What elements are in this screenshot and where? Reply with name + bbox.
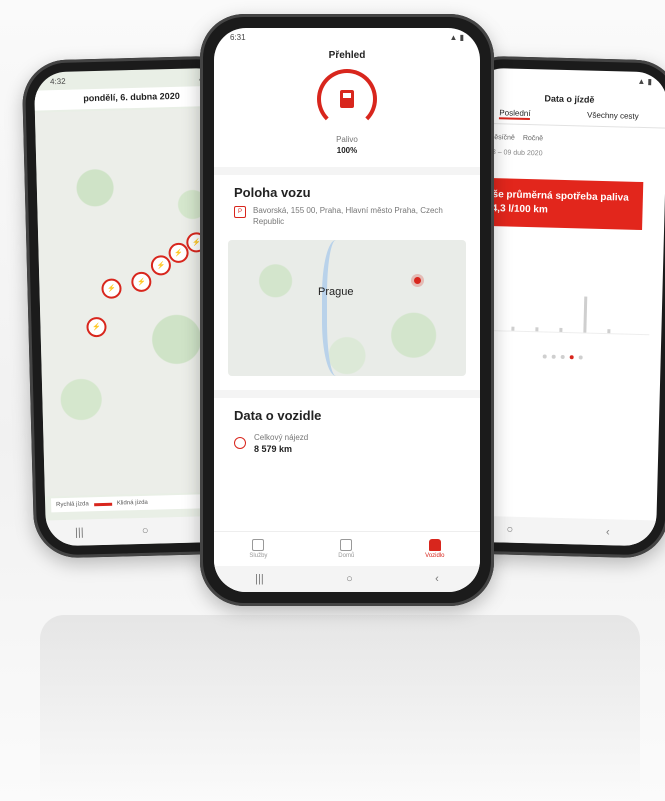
tab-vehicle-label: Vozidlo (425, 553, 445, 559)
fuel-label: Palivo (336, 135, 358, 144)
pager-dot-active[interactable] (569, 355, 574, 360)
status-icons: ▲ ▮ (637, 76, 653, 86)
recents-button[interactable]: ||| (75, 526, 84, 538)
fuel-value: 100% (336, 146, 358, 155)
gauge-ring (317, 69, 377, 129)
consumption-chart (477, 269, 651, 336)
address-text: Bavorská, 155 00, Praha, Hlavní město Pr… (253, 206, 443, 226)
location-title: Poloha vozu (234, 185, 311, 200)
address-row: P Bavorská, 155 00, Praha, Hlavní město … (214, 206, 480, 228)
chart-bar (511, 326, 515, 331)
route-event-marker[interactable]: ⚡ (168, 242, 189, 264)
divider (214, 389, 480, 398)
pager-dot[interactable] (578, 355, 583, 360)
fuel-pump-icon (340, 90, 354, 108)
overview-screen: 6:31 ▲ ▮ Přehled Palivo 100% Poloha vozu… (214, 28, 480, 592)
home-button[interactable]: ○ (346, 573, 353, 585)
car-location-pin[interactable] (414, 276, 421, 284)
android-nav-bar: ||| ○ ‹ (214, 566, 480, 592)
tab-home-label: Domů (338, 553, 355, 559)
tab-home[interactable]: Domů (338, 539, 354, 559)
location-map[interactable]: Prague (228, 239, 466, 376)
home-button[interactable]: ○ (506, 524, 513, 536)
status-icons: ▲ ▮ (449, 32, 464, 42)
odometer-icon (234, 436, 246, 449)
back-button[interactable]: ‹ (435, 573, 439, 585)
route-event-marker[interactable]: ⚡ (131, 271, 152, 293)
route-event-marker[interactable]: ⚡ (101, 278, 122, 299)
tab-recent[interactable]: Poslední (499, 108, 531, 121)
tab-services[interactable]: Služby (249, 539, 267, 559)
status-bar: 6:31 ▲ ▮ (214, 28, 480, 46)
river (322, 239, 357, 376)
home-icon (340, 539, 353, 551)
grid-icon (252, 539, 265, 551)
status-time: 4:32 (49, 76, 66, 86)
vehicle-data-title: Data o vozidle (234, 407, 322, 423)
back-button[interactable]: ‹ (606, 526, 610, 538)
car-icon (428, 539, 441, 551)
legend-line (93, 502, 112, 506)
bottom-tab-bar: Služby Domů Vozidlo (214, 531, 480, 566)
chart-bar (583, 296, 588, 333)
odometer-value: 8 579 km (254, 443, 293, 454)
pager-dot[interactable] (560, 354, 565, 360)
odometer-row: Celkový nájezd 8 579 km (214, 429, 480, 458)
pager-dot[interactable] (542, 354, 547, 359)
tab-all-trips[interactable]: Všechny cesty (587, 111, 639, 123)
fuel-gauge: Palivo 100% (214, 69, 480, 155)
chart-bar (559, 327, 563, 332)
odometer-label: Celkový nájezd (254, 432, 309, 442)
chart-bar (535, 327, 539, 332)
divider (214, 167, 480, 175)
page-title: Přehled (328, 50, 366, 61)
floor-reflection (40, 615, 640, 801)
status-time: 6:31 (230, 32, 246, 42)
legend-calm-label: Klidná jízda (116, 499, 148, 507)
recents-button[interactable]: ||| (255, 573, 264, 585)
consumption-banner: Vaše průměrná spotřeba paliva je 4,3 l/1… (468, 177, 644, 231)
parking-icon: P (234, 206, 246, 218)
route-event-marker[interactable]: ⚡ (86, 316, 107, 338)
route-event-marker[interactable]: ⚡ (150, 255, 172, 276)
tab-services-label: Služby (249, 553, 268, 559)
chart-bar (607, 329, 611, 334)
map-city-label: Prague (318, 285, 354, 298)
phone-center-overview: 6:31 ▲ ▮ Přehled Palivo 100% Poloha vozu… (200, 14, 494, 606)
pager-dot[interactable] (551, 354, 556, 359)
pager-dots (465, 352, 661, 361)
tab-vehicle[interactable]: Vozidlo (425, 539, 445, 559)
legend-fast-label: Rychlá jízda (56, 501, 89, 509)
chip-yearly[interactable]: Ročně (523, 135, 543, 143)
home-button[interactable]: ○ (142, 525, 149, 537)
